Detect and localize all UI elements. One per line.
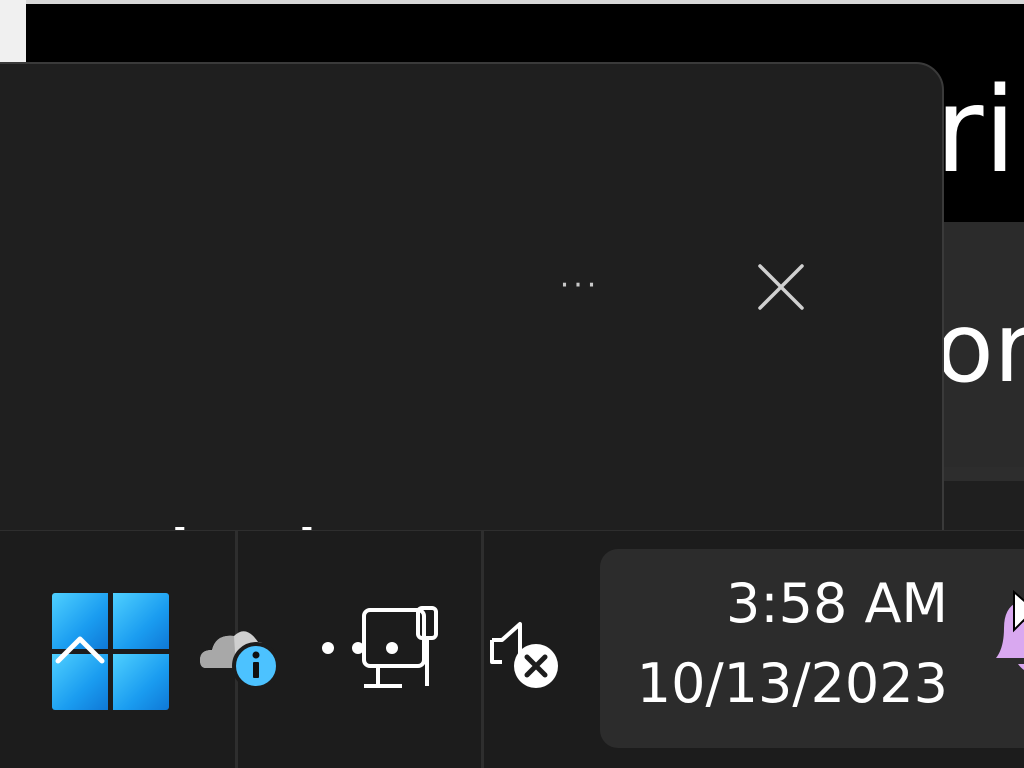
cursor-icon — [1013, 590, 1024, 633]
chevron-up-icon — [55, 636, 105, 664]
start-button[interactable] — [52, 593, 170, 711]
onedrive-info-icon — [200, 631, 280, 690]
volume-tray-button[interactable] — [486, 616, 566, 692]
clock-time: 3:58 AM — [726, 572, 948, 635]
screen: ri or ··· n Windows — [0, 0, 1024, 768]
more-options-button[interactable]: ··· — [540, 254, 620, 318]
volume-muted-icon — [490, 622, 558, 688]
background-window-panel-text: or — [935, 292, 1024, 404]
background-window-title-fragment: ri — [935, 61, 1017, 199]
onedrive-tray-button[interactable] — [196, 618, 286, 692]
taskbar-divider — [481, 531, 484, 768]
close-icon — [758, 264, 804, 310]
close-button[interactable] — [750, 256, 812, 318]
clock-button[interactable]: 3:58 AM 10/13/2023 — [600, 549, 1024, 748]
notification-flyout: ··· n Windows — [0, 62, 944, 586]
network-ethernet-icon — [322, 606, 438, 688]
network-tray-button[interactable] — [318, 604, 448, 694]
mouse-cursor — [1012, 590, 1024, 640]
clock-date: 10/13/2023 — [636, 652, 948, 715]
background-window-edge — [0, 0, 26, 62]
